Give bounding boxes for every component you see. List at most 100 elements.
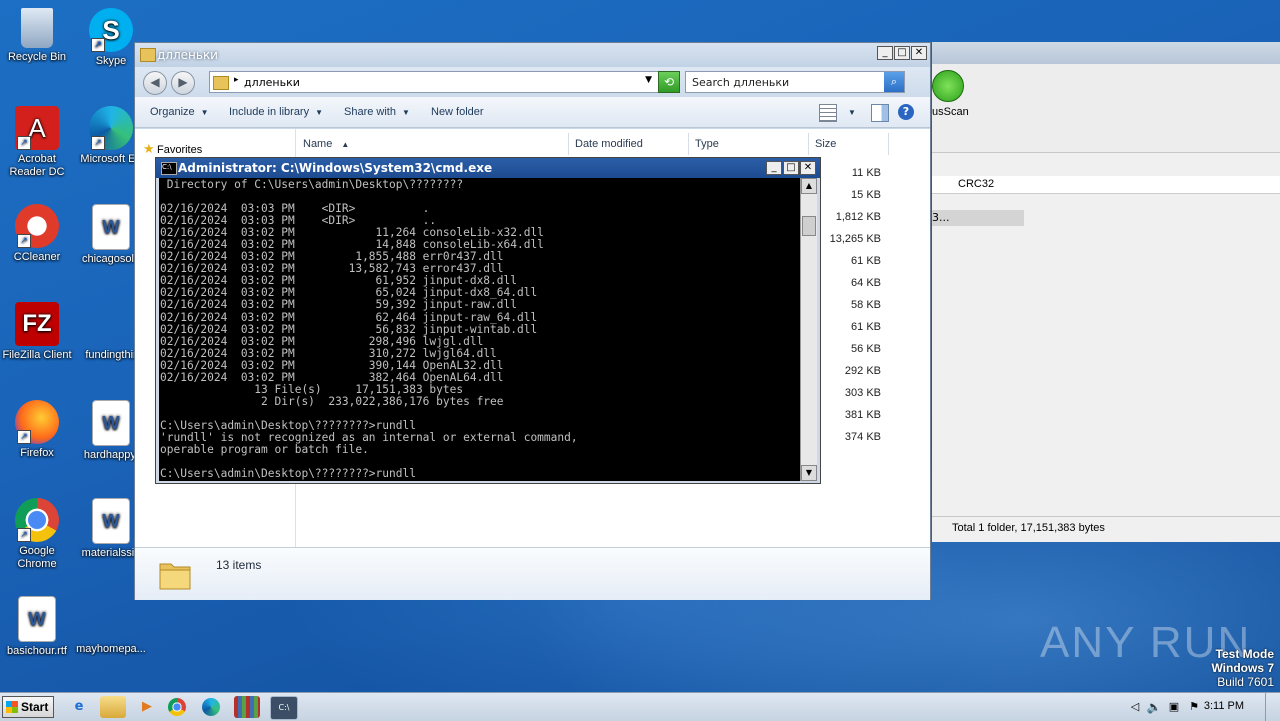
clock[interactable]: 3:11 PM xyxy=(1204,700,1244,712)
filezilla-icon: FZ xyxy=(15,302,59,346)
file-size: 56 KB xyxy=(851,343,881,355)
archiver-icon[interactable] xyxy=(234,696,260,718)
close-button[interactable]: ✕ xyxy=(800,161,816,175)
file-size: 58 KB xyxy=(851,299,881,311)
column-headers: Name ▲ Date modified Type Size xyxy=(297,133,928,155)
console-output[interactable]: Directory of C:\Users\admin\Desktop\????… xyxy=(159,178,800,481)
ccleaner-icon: ↗ xyxy=(15,204,59,248)
file-explorer-icon[interactable] xyxy=(100,696,126,718)
desktop-icon-mayhomepa[interactable]: mayhomepa... xyxy=(73,596,149,656)
cmd-title: Administrator: C:\Windows\System32\cmd.e… xyxy=(178,161,493,175)
virus-scan-label[interactable]: usScan xyxy=(932,106,969,118)
column-size[interactable]: Size xyxy=(809,133,889,155)
background-app-selected-row[interactable]: 3... xyxy=(932,210,1024,226)
action-center-icon[interactable]: ⚑ xyxy=(1186,696,1202,718)
view-dropdown-icon[interactable]: ▼ xyxy=(848,106,856,118)
desktop-icon-firefox[interactable]: ↗ Firefox xyxy=(0,400,75,460)
file-size: 374 KB xyxy=(844,431,881,443)
minimize-button[interactable]: _ xyxy=(766,161,782,175)
word-doc-icon: W xyxy=(92,204,130,250)
edge-icon[interactable] xyxy=(202,698,220,716)
scroll-down-icon[interactable]: ▼ xyxy=(801,465,817,481)
blank-doc-icon xyxy=(89,596,133,640)
organize-button[interactable]: Organize ▼ xyxy=(150,106,209,118)
file-size: 61 KB xyxy=(851,255,881,267)
new-folder-button[interactable]: New folder xyxy=(431,106,484,118)
scroll-up-icon[interactable]: ▲ xyxy=(801,178,817,194)
word-doc-icon: W xyxy=(92,400,130,446)
preview-pane-icon[interactable] xyxy=(871,104,889,122)
cmd-taskbar-icon[interactable]: C:\ xyxy=(270,696,298,720)
start-button[interactable]: Start xyxy=(2,696,54,718)
console-text: Directory of C:\Users\admin\Desktop\????… xyxy=(160,178,578,481)
skype-icon: S ↗ xyxy=(89,8,133,52)
edge-icon: ↗ xyxy=(89,106,133,150)
refresh-button[interactable]: ⟲ xyxy=(658,71,680,93)
folder-icon xyxy=(140,48,156,62)
explorer-titlebar[interactable]: длленьки _ □ ✕ xyxy=(135,43,930,67)
background-app-toolbar: usScan xyxy=(932,64,1280,153)
sort-ascending-icon: ▲ xyxy=(341,140,350,149)
close-button[interactable]: ✕ xyxy=(911,46,927,60)
scroll-thumb[interactable] xyxy=(802,216,816,236)
desktop-icon-recycle-bin[interactable]: Recycle Bin xyxy=(0,8,75,64)
search-placeholder: Search длленьки xyxy=(692,76,790,89)
include-in-library-button[interactable]: Include in library ▼ xyxy=(229,106,323,118)
search-input[interactable]: Search длленьки ⌕ xyxy=(685,71,905,93)
word-doc-icon: W xyxy=(92,498,130,544)
file-size: 11 KB xyxy=(851,167,881,179)
change-view-icon[interactable] xyxy=(819,104,837,122)
chrome-icon: ↗ xyxy=(15,498,59,542)
back-button[interactable]: ◀ xyxy=(143,71,167,95)
network-icon[interactable]: ▣ xyxy=(1166,696,1182,718)
search-icon[interactable]: ⌕ xyxy=(884,72,904,92)
cmd-window[interactable]: C:\ Administrator: C:\Windows\System32\c… xyxy=(155,157,821,484)
test-mode-watermark: Test Mode Windows 7 Build 7601 xyxy=(1211,647,1274,689)
virus-scan-icon[interactable] xyxy=(932,70,964,102)
maximize-button[interactable]: □ xyxy=(783,161,799,175)
desktop-icon-ccleaner[interactable]: ↗ CCleaner xyxy=(0,204,75,264)
forward-button[interactable]: ▶ xyxy=(171,71,195,95)
share-with-button[interactable]: Share with ▼ xyxy=(344,106,410,118)
details-pane: 13 items xyxy=(135,547,930,600)
column-name[interactable]: Name ▲ xyxy=(297,133,569,155)
background-app-window[interactable]: usScan CRC32 3... Total 1 folder, 17,151… xyxy=(932,42,1280,542)
cmd-titlebar[interactable]: C:\ Administrator: C:\Windows\System32\c… xyxy=(156,158,820,178)
address-bar[interactable]: ▸ длленьки ▼ xyxy=(209,71,659,93)
cmd-scrollbar[interactable]: ▲ ▼ xyxy=(800,178,817,481)
size-column-values: 11 KB 15 KB 1,812 KB 13,265 KB 61 KB 64 … xyxy=(815,165,881,451)
show-desktop-button[interactable] xyxy=(1265,693,1280,721)
column-date-modified[interactable]: Date modified xyxy=(569,133,689,155)
desktop-icon-filezilla[interactable]: FZ FileZilla Client xyxy=(0,302,75,362)
volume-icon[interactable]: 🔈 xyxy=(1146,696,1162,718)
desktop-icon-acrobat[interactable]: A ↗ Acrobat Reader DC xyxy=(0,106,75,179)
media-player-icon[interactable]: ▶ xyxy=(134,696,160,718)
windows-logo-icon xyxy=(6,701,18,713)
firefox-icon: ↗ xyxy=(15,400,59,444)
help-icon[interactable]: ? xyxy=(898,104,914,120)
explorer-title: длленьки xyxy=(157,48,218,62)
background-app-status: Total 1 folder, 17,151,383 bytes xyxy=(932,516,1280,539)
address-value: длленьки xyxy=(244,76,300,89)
breadcrumb-arrow-icon[interactable]: ▸ xyxy=(234,75,239,85)
column-crc32[interactable]: CRC32 xyxy=(958,178,994,190)
blank-doc-icon xyxy=(89,302,133,346)
internet-explorer-icon[interactable]: e xyxy=(66,696,92,718)
show-hidden-icons-icon[interactable]: ◁ xyxy=(1128,696,1142,718)
minimize-button[interactable]: _ xyxy=(877,46,893,60)
column-type[interactable]: Type xyxy=(689,133,809,155)
chevron-down-icon: ▼ xyxy=(401,108,410,117)
word-doc-icon: W xyxy=(18,596,56,642)
acrobat-icon: A ↗ xyxy=(15,106,59,150)
folder-icon xyxy=(213,76,229,90)
chrome-icon[interactable] xyxy=(168,698,186,716)
desktop-icon-chrome[interactable]: ↗ Google Chrome xyxy=(0,498,75,571)
maximize-button[interactable]: □ xyxy=(894,46,910,60)
chevron-down-icon[interactable]: ▼ xyxy=(645,75,652,85)
system-tray: ◁ 🔈 ▣ ⚑ 3:11 PM xyxy=(1120,693,1280,721)
explorer-command-bar: Organize ▼ Include in library ▼ Share with… xyxy=(135,97,930,128)
taskbar: Start e ▶ C:\ ◁ 🔈 ▣ ⚑ 3:11 PM xyxy=(0,692,1280,721)
file-size: 61 KB xyxy=(851,321,881,333)
desktop-icon-basichour[interactable]: W basichour.rtf xyxy=(0,596,75,658)
favorites-item[interactable]: Favorites xyxy=(157,144,202,156)
